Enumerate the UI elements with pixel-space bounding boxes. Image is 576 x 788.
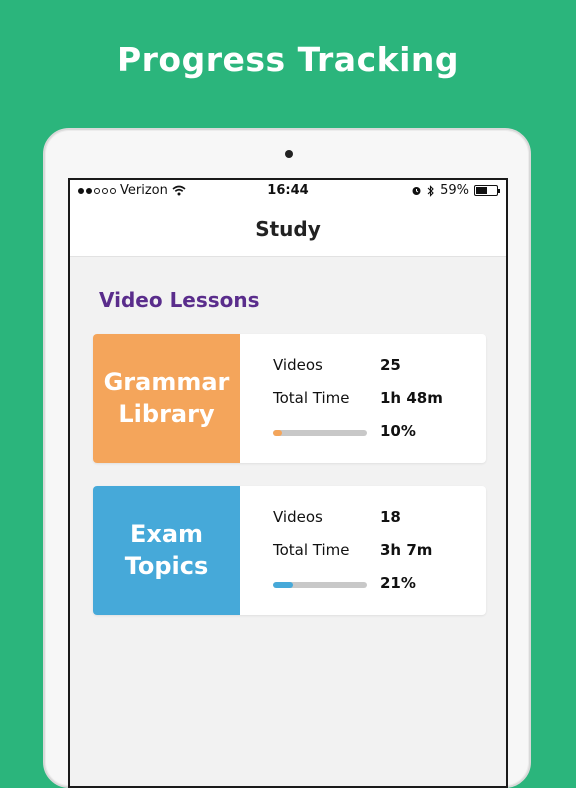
- page-title: Study: [255, 217, 321, 241]
- section-title: Video Lessons: [99, 288, 260, 312]
- videos-label: Videos: [273, 508, 323, 526]
- videos-row: Videos 18: [273, 508, 473, 528]
- bluetooth-icon: [427, 184, 435, 197]
- app-screen: Verizon 16:44 59% Study Video Lessons Gr…: [68, 178, 508, 788]
- lesson-thumbnail: Exam Topics: [93, 486, 240, 615]
- alarm-icon: [411, 185, 422, 196]
- videos-value: 25: [380, 356, 401, 374]
- battery-percent: 59%: [440, 183, 469, 198]
- headline: Progress Tracking: [116, 40, 460, 79]
- time-row: Total Time 1h 48m: [273, 389, 473, 409]
- lesson-stats: Videos 25 Total Time 1h 48m 10%: [273, 334, 473, 463]
- lesson-card-grammar[interactable]: Grammar Library Videos 25 Total Time 1h …: [93, 334, 486, 463]
- progress-bar: [273, 582, 367, 588]
- lesson-thumbnail: Grammar Library: [93, 334, 240, 463]
- lesson-stats: Videos 18 Total Time 3h 7m 21%: [273, 486, 473, 615]
- progress-row: 21%: [273, 574, 473, 594]
- time-label: Total Time: [273, 541, 350, 559]
- status-right: 59%: [411, 183, 500, 198]
- progress-fill: [273, 430, 283, 436]
- time-label: Total Time: [273, 389, 350, 407]
- videos-value: 18: [380, 508, 401, 526]
- time-value: 3h 7m: [380, 541, 433, 559]
- time-row: Total Time 3h 7m: [273, 541, 473, 561]
- videos-row: Videos 25: [273, 356, 473, 376]
- nav-bar: Study: [70, 202, 506, 257]
- tablet-frame: Verizon 16:44 59% Study Video Lessons Gr…: [43, 128, 531, 788]
- progress-value: 10%: [380, 422, 416, 440]
- progress-fill: [273, 582, 293, 588]
- battery-icon: [474, 185, 500, 196]
- progress-value: 21%: [380, 574, 416, 592]
- lesson-card-exam[interactable]: Exam Topics Videos 18 Total Time 3h 7m 2…: [93, 486, 486, 615]
- time-value: 1h 48m: [380, 389, 443, 407]
- camera-dot: [285, 150, 293, 158]
- status-bar: Verizon 16:44 59%: [70, 180, 506, 202]
- videos-label: Videos: [273, 356, 323, 374]
- progress-row: 10%: [273, 422, 473, 442]
- progress-bar: [273, 430, 367, 436]
